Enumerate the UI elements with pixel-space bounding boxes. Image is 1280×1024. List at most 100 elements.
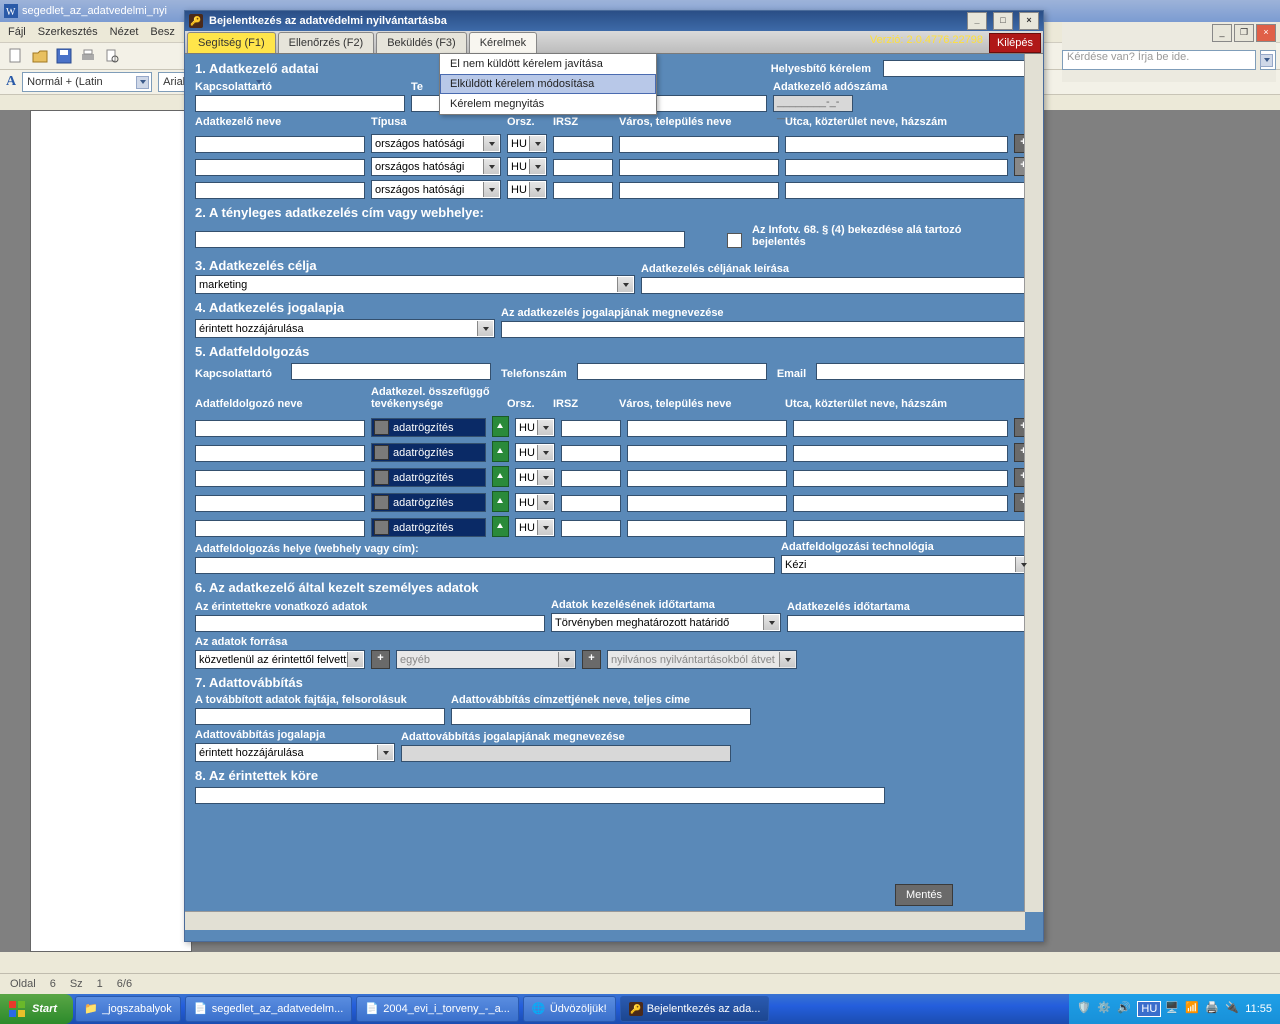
akido-input[interactable] xyxy=(787,615,1033,632)
irsz-2[interactable] xyxy=(553,159,613,176)
utca5-2[interactable] xyxy=(793,445,1008,462)
tev-4[interactable]: adatrögzítés xyxy=(371,493,486,512)
menu-edit-unsent[interactable]: El nem küldött kérelem javítása xyxy=(440,54,656,74)
erint-input[interactable] xyxy=(195,615,545,632)
open-icon[interactable] xyxy=(30,46,50,66)
menu-edit[interactable]: Szerkesztés xyxy=(38,26,98,38)
task-folder[interactable]: 📁_jogszabalyok xyxy=(75,996,181,1022)
tovjogmeg-input[interactable] xyxy=(401,745,731,762)
feld-nev-1[interactable] xyxy=(195,420,365,437)
preview-icon[interactable] xyxy=(102,46,122,66)
feld-nev-2[interactable] xyxy=(195,445,365,462)
orsz5-4[interactable]: HU xyxy=(515,493,555,512)
menu-edit-sent[interactable]: Elküldött kérelem módosítása xyxy=(440,74,656,94)
start-button[interactable]: Start xyxy=(0,994,73,1024)
close-button[interactable]: × xyxy=(1256,24,1276,42)
tovfaj-input[interactable] xyxy=(195,708,445,725)
irsz5-5[interactable] xyxy=(561,520,621,537)
tab-send[interactable]: Beküldés (F3) xyxy=(376,32,466,53)
orsz-1[interactable]: HU xyxy=(507,134,547,153)
help-dropdown[interactable] xyxy=(1260,50,1276,70)
tev-3[interactable]: adatrögzítés xyxy=(371,468,486,487)
tev-up-5[interactable] xyxy=(492,516,509,537)
feld-nev-5[interactable] xyxy=(195,520,365,537)
tray-icon-3[interactable]: 🔊 xyxy=(1117,1001,1133,1017)
helyesbito-input[interactable] xyxy=(883,60,1033,77)
tev-up-2[interactable] xyxy=(492,441,509,462)
varos5-2[interactable] xyxy=(627,445,787,462)
menu-open-request[interactable]: Kérelem megnyitás xyxy=(440,94,656,114)
erintettek-input[interactable] xyxy=(195,787,885,804)
orsz5-5[interactable]: HU xyxy=(515,518,555,537)
adoszam-input[interactable]: ________-_-__ xyxy=(773,95,853,112)
nev-1[interactable] xyxy=(195,136,365,153)
webhely-input[interactable] xyxy=(195,231,685,248)
irsz5-2[interactable] xyxy=(561,445,621,462)
restore-button[interactable]: ❐ xyxy=(1234,24,1254,42)
kapcsolattarto-input[interactable] xyxy=(195,95,405,112)
print-icon[interactable] xyxy=(78,46,98,66)
tray-icon-6[interactable]: 🖨️ xyxy=(1205,1001,1221,1017)
utca-3[interactable] xyxy=(785,182,1033,199)
v-scrollbar[interactable] xyxy=(1024,54,1043,912)
help-search-input[interactable]: Kérdése van? Írja be ide. xyxy=(1062,50,1256,70)
utca-2[interactable] xyxy=(785,159,1008,176)
tovjog-select[interactable]: érintett hozzájárulása xyxy=(195,743,395,762)
orsz-3[interactable]: HU xyxy=(507,180,547,199)
tab-requests[interactable]: Kérelmek xyxy=(469,32,537,53)
app-maximize[interactable]: □ xyxy=(993,12,1013,30)
tev-up-1[interactable] xyxy=(492,416,509,437)
utca5-4[interactable] xyxy=(793,495,1008,512)
feld-hely-input[interactable] xyxy=(195,557,775,574)
task-app[interactable]: 🔑Bejelentkezés az ada... xyxy=(620,996,770,1022)
tel5-input[interactable] xyxy=(577,363,767,380)
style-A-icon[interactable]: A xyxy=(6,74,16,90)
tray-icon-2[interactable]: ⚙️ xyxy=(1097,1001,1113,1017)
tev-up-4[interactable] xyxy=(492,491,509,512)
save-icon[interactable] xyxy=(54,46,74,66)
nev-3[interactable] xyxy=(195,182,365,199)
jogalap-select[interactable]: érintett hozzájárulása xyxy=(195,319,495,338)
utca5-1[interactable] xyxy=(793,420,1008,437)
orsz5-3[interactable]: HU xyxy=(515,468,555,487)
kapcs5-input[interactable] xyxy=(291,363,491,380)
irsz-1[interactable] xyxy=(553,136,613,153)
lang-indicator[interactable]: HU xyxy=(1137,1001,1161,1017)
email-input[interactable] xyxy=(816,363,1033,380)
menu-view[interactable]: Nézet xyxy=(110,26,139,38)
tipusa-2[interactable]: országos hatósági xyxy=(371,157,501,176)
exit-button[interactable]: Kilépés xyxy=(989,33,1041,53)
task-doc2[interactable]: 📄2004_evi_i_torveny_-_a... xyxy=(356,996,519,1022)
tech-select[interactable]: Kézi xyxy=(781,555,1033,574)
tray-icon-1[interactable]: 🛡️ xyxy=(1077,1001,1093,1017)
save-button[interactable]: Mentés xyxy=(895,884,953,906)
tipusa-1[interactable]: országos hatósági xyxy=(371,134,501,153)
minimize-button[interactable]: _ xyxy=(1212,24,1232,42)
task-welcome[interactable]: 🌐Üdvözöljük! xyxy=(523,996,616,1022)
varos5-4[interactable] xyxy=(627,495,787,512)
app-minimize[interactable]: _ xyxy=(967,12,987,30)
infotv-checkbox[interactable] xyxy=(727,233,742,248)
jogalap-megnev-input[interactable] xyxy=(501,321,1033,338)
tipusa-3[interactable]: országos hatósági xyxy=(371,180,501,199)
orsz5-2[interactable]: HU xyxy=(515,443,555,462)
varos5-1[interactable] xyxy=(627,420,787,437)
varos-3[interactable] xyxy=(619,182,779,199)
feld-nev-4[interactable] xyxy=(195,495,365,512)
tray-icon-4[interactable]: 🖥️ xyxy=(1165,1001,1181,1017)
varos5-5[interactable] xyxy=(627,520,787,537)
varos-1[interactable] xyxy=(619,136,779,153)
tovcim-input[interactable] xyxy=(451,708,751,725)
new-doc-icon[interactable] xyxy=(6,46,26,66)
menu-insert[interactable]: Besz xyxy=(150,26,174,38)
forras-plus-1[interactable]: + xyxy=(371,650,390,669)
tab-help[interactable]: Segítség (F1) xyxy=(187,32,276,53)
tev-5[interactable]: adatrögzítés xyxy=(371,518,486,537)
ido-select[interactable]: Törvényben meghatározott határidő xyxy=(551,613,781,632)
menu-file[interactable]: Fájl xyxy=(8,26,26,38)
tray-icon-5[interactable]: 📶 xyxy=(1185,1001,1201,1017)
utca5-5[interactable] xyxy=(793,520,1033,537)
orsz5-1[interactable]: HU xyxy=(515,418,555,437)
h-scrollbar[interactable] xyxy=(185,911,1025,930)
tray-icon-7[interactable]: 🔌 xyxy=(1225,1001,1241,1017)
